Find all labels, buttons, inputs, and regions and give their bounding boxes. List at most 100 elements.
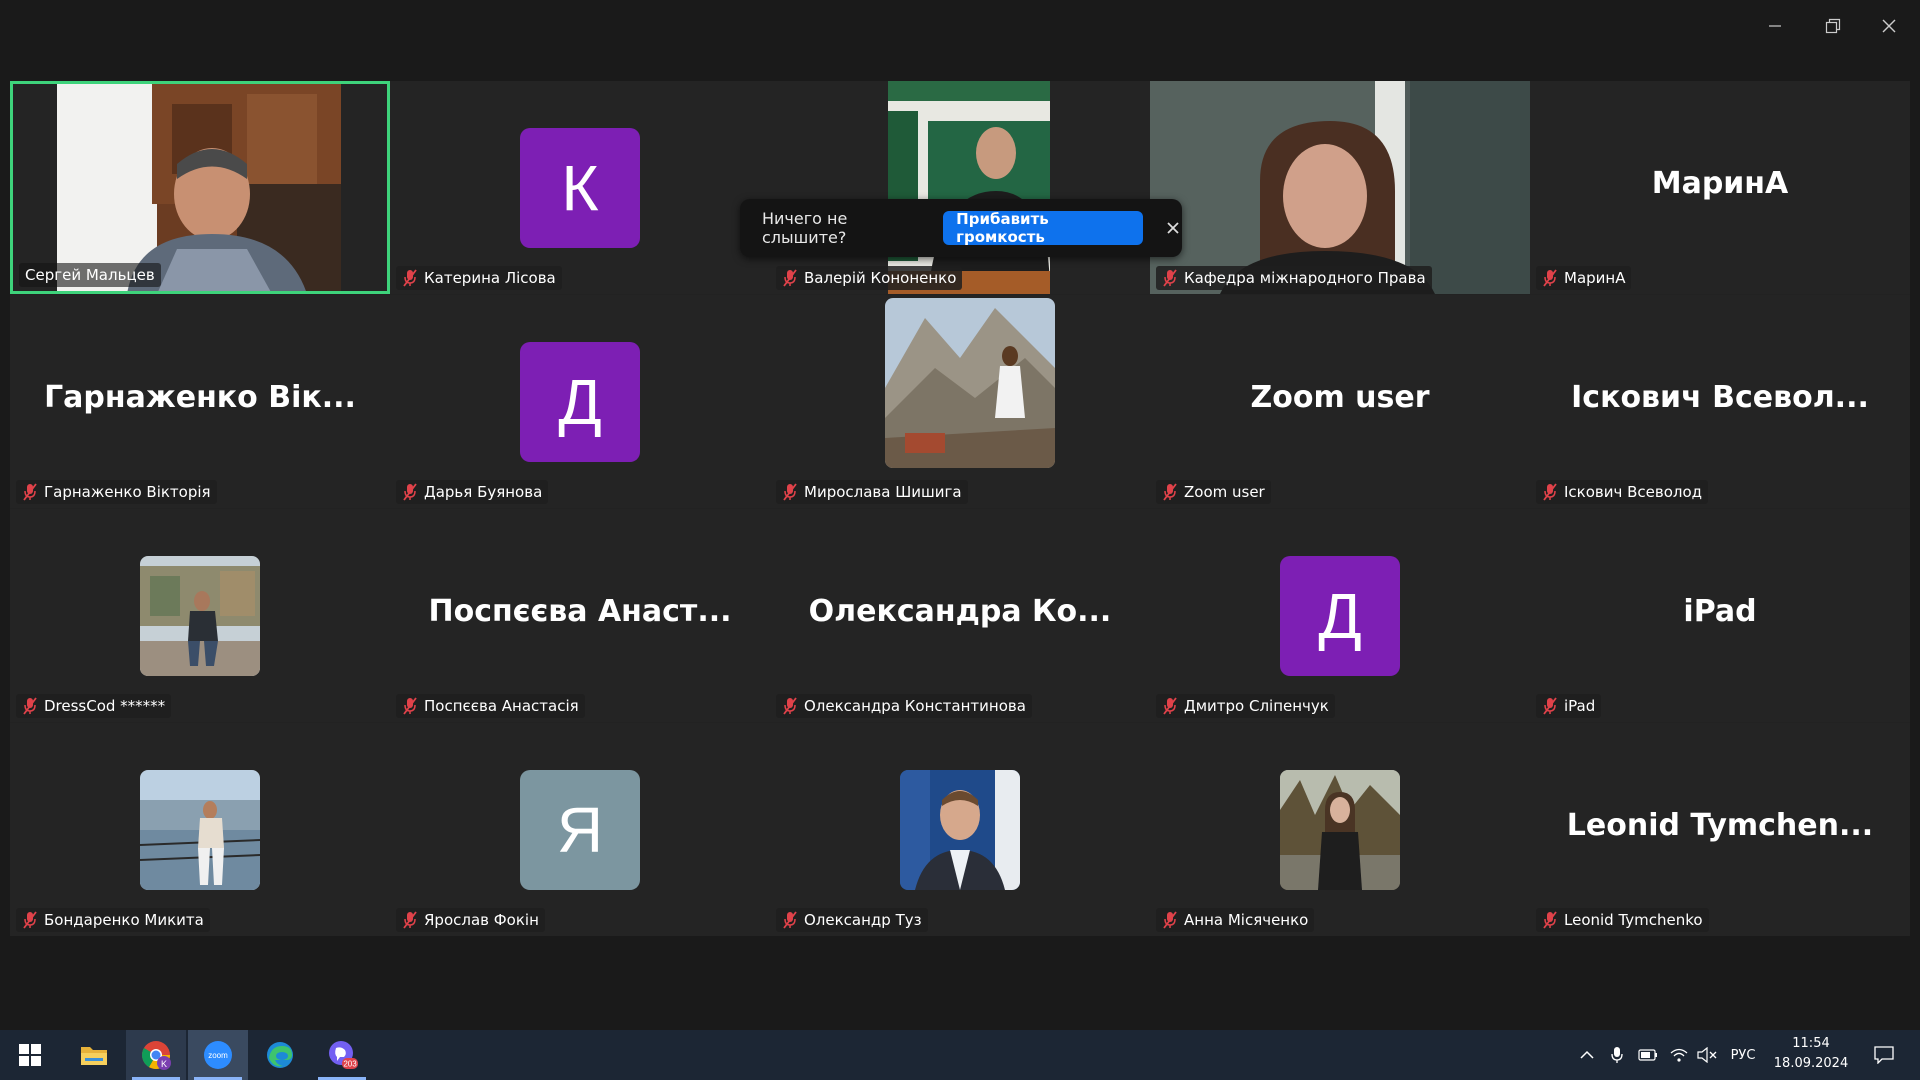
muted-mic-icon xyxy=(783,697,797,715)
participant-name: Zoom user xyxy=(1184,483,1265,501)
participant-tile[interactable]: Валерій Кононенко xyxy=(770,81,1150,294)
participant-tile[interactable]: Zoom user Zoom user xyxy=(1150,295,1530,508)
participant-tile[interactable]: Поспєєва Анаст... Поспєєва Анастасія xyxy=(390,509,770,722)
show-hidden-icons-button[interactable] xyxy=(1575,1030,1599,1080)
participant-name: Мирослава Шишига xyxy=(804,483,962,501)
taskbar-zoom[interactable]: zoom xyxy=(188,1030,248,1080)
participant-name-tag: Олександра Константинова xyxy=(776,694,1032,718)
close-icon xyxy=(1167,222,1179,234)
participant-tile[interactable]: К Катерина Лісова xyxy=(390,81,770,294)
input-language[interactable]: РУС xyxy=(1723,1030,1763,1080)
notification-center-button[interactable] xyxy=(1864,1030,1904,1080)
clock-date: 18.09.2024 xyxy=(1773,1056,1849,1071)
participant-tile[interactable]: Олександра Ко... Олександра Константинов… xyxy=(770,509,1150,722)
participant-tile[interactable]: МаринА МаринА xyxy=(1530,81,1910,294)
start-button[interactable] xyxy=(0,1030,60,1080)
muted-mic-icon xyxy=(23,483,37,501)
participant-name-tag: Leonid Tymchenko xyxy=(1536,908,1709,932)
participant-avatar: Я xyxy=(520,770,640,890)
participant-name-tag: Валерій Кононенко xyxy=(776,266,963,290)
muted-mic-icon xyxy=(1163,269,1177,287)
muted-mic-icon xyxy=(783,911,797,929)
battery-tray[interactable] xyxy=(1635,1030,1661,1080)
participant-tile[interactable]: iPad iPad xyxy=(1530,509,1910,722)
participant-tile[interactable]: Кафедра міжнародного Права xyxy=(1150,81,1530,294)
participant-name-tag: Дмитро Сліпенчук xyxy=(1156,694,1335,718)
audio-hint-popup: Ничего не слышите? Прибавить громкость xyxy=(740,199,1182,257)
zoom-icon: zoom xyxy=(204,1041,232,1069)
participant-name-tag: Анна Місяченко xyxy=(1156,908,1315,932)
participant-name-tag: iPad xyxy=(1536,694,1602,718)
dismiss-hint-button[interactable] xyxy=(1163,218,1182,238)
zoom-label: zoom xyxy=(208,1051,228,1060)
increase-volume-button[interactable]: Прибавить громкость xyxy=(943,210,1144,246)
participant-name-tag: Zoom user xyxy=(1156,480,1271,504)
participant-name: Анна Місяченко xyxy=(1184,911,1309,929)
participant-tile[interactable]: Д Дмитро Сліпенчук xyxy=(1150,509,1530,722)
participant-photo xyxy=(140,556,260,676)
minimize-icon xyxy=(1769,25,1781,27)
window-title-bar xyxy=(0,0,1920,80)
participant-name: Олександр Туз xyxy=(804,911,922,929)
muted-mic-icon xyxy=(23,911,37,929)
taskbar-chrome[interactable]: K xyxy=(126,1030,186,1080)
participant-tile[interactable]: Іскович Всевол... Іскович Всеволод xyxy=(1530,295,1910,508)
muted-mic-icon xyxy=(403,483,417,501)
notification-icon xyxy=(1874,1046,1894,1064)
participant-tile[interactable]: Анна Місяченко xyxy=(1150,723,1530,936)
muted-mic-icon xyxy=(403,269,417,287)
participant-photo xyxy=(885,298,1055,468)
participant-name-tag: Олександр Туз xyxy=(776,908,928,932)
participant-name-tag: МаринА xyxy=(1536,266,1632,290)
participant-tile[interactable]: Бондаренко Микита xyxy=(10,723,390,936)
participant-name: Дмитро Сліпенчук xyxy=(1184,697,1329,715)
participant-photo xyxy=(1280,770,1400,890)
participant-tile[interactable]: DressCod ****** xyxy=(10,509,390,722)
viber-icon: 203 xyxy=(329,1041,358,1069)
participant-name-tag: Іскович Всеволод xyxy=(1536,480,1709,504)
participant-tile[interactable]: Гарнаженко Вік... Гарнаженко Вікторія xyxy=(10,295,390,508)
participant-tile[interactable]: Д Дарья Буянова xyxy=(390,295,770,508)
network-tray[interactable] xyxy=(1666,1030,1692,1080)
muted-mic-icon xyxy=(1163,697,1177,715)
taskbar-clock[interactable]: 11:54 18.09.2024 xyxy=(1765,1034,1857,1074)
participant-tile[interactable]: Мирослава Шишига xyxy=(770,295,1150,508)
microphone-tray[interactable] xyxy=(1605,1030,1629,1080)
restore-button[interactable] xyxy=(1810,10,1856,42)
muted-mic-icon xyxy=(403,911,417,929)
participant-video xyxy=(1150,81,1530,294)
edge-icon xyxy=(267,1042,293,1068)
participant-name: Кафедра міжнародного Права xyxy=(1184,269,1426,287)
participant-name: Сергей Мальцев xyxy=(25,266,155,284)
participant-tile[interactable]: Я Ярослав Фокін xyxy=(390,723,770,936)
participant-display-name: Гарнаженко Вік... xyxy=(44,380,356,415)
muted-mic-icon xyxy=(1543,697,1557,715)
chrome-profile-badge: K xyxy=(161,1059,167,1069)
clock-time: 11:54 xyxy=(1792,1036,1830,1051)
restore-icon xyxy=(1825,18,1841,34)
participant-name-tag: Кафедра міжнародного Права xyxy=(1156,266,1432,290)
taskbar-file-explorer[interactable] xyxy=(64,1030,124,1080)
participant-video xyxy=(888,81,1050,294)
close-window-button[interactable] xyxy=(1866,10,1912,42)
participant-display-name: Zoom user xyxy=(1250,380,1430,415)
participant-tile[interactable]: Олександр Туз xyxy=(770,723,1150,936)
muted-mic-icon xyxy=(23,697,37,715)
taskbar-edge[interactable] xyxy=(250,1030,310,1080)
participant-name-tag: DressCod ****** xyxy=(16,694,172,718)
muted-mic-icon xyxy=(1543,269,1557,287)
participant-tile[interactable]: Сергей Мальцев xyxy=(10,81,390,294)
participant-tile[interactable]: Leonid Tymchen... Leonid Tymchenko xyxy=(1530,723,1910,936)
participant-name-tag: Сергей Мальцев xyxy=(19,263,161,287)
minimize-button[interactable] xyxy=(1752,10,1798,42)
chevron-up-icon xyxy=(1580,1050,1594,1059)
muted-mic-icon xyxy=(1163,911,1177,929)
participant-name: Leonid Tymchenko xyxy=(1564,911,1703,929)
taskbar-viber[interactable]: 203 xyxy=(312,1030,372,1080)
battery-icon xyxy=(1638,1049,1657,1061)
volume-tray[interactable] xyxy=(1694,1030,1720,1080)
participant-name: Бондаренко Микита xyxy=(44,911,204,929)
participant-name: Поспєєва Анастасія xyxy=(424,697,579,715)
microphone-icon xyxy=(1611,1047,1623,1063)
participant-photo xyxy=(140,770,260,890)
